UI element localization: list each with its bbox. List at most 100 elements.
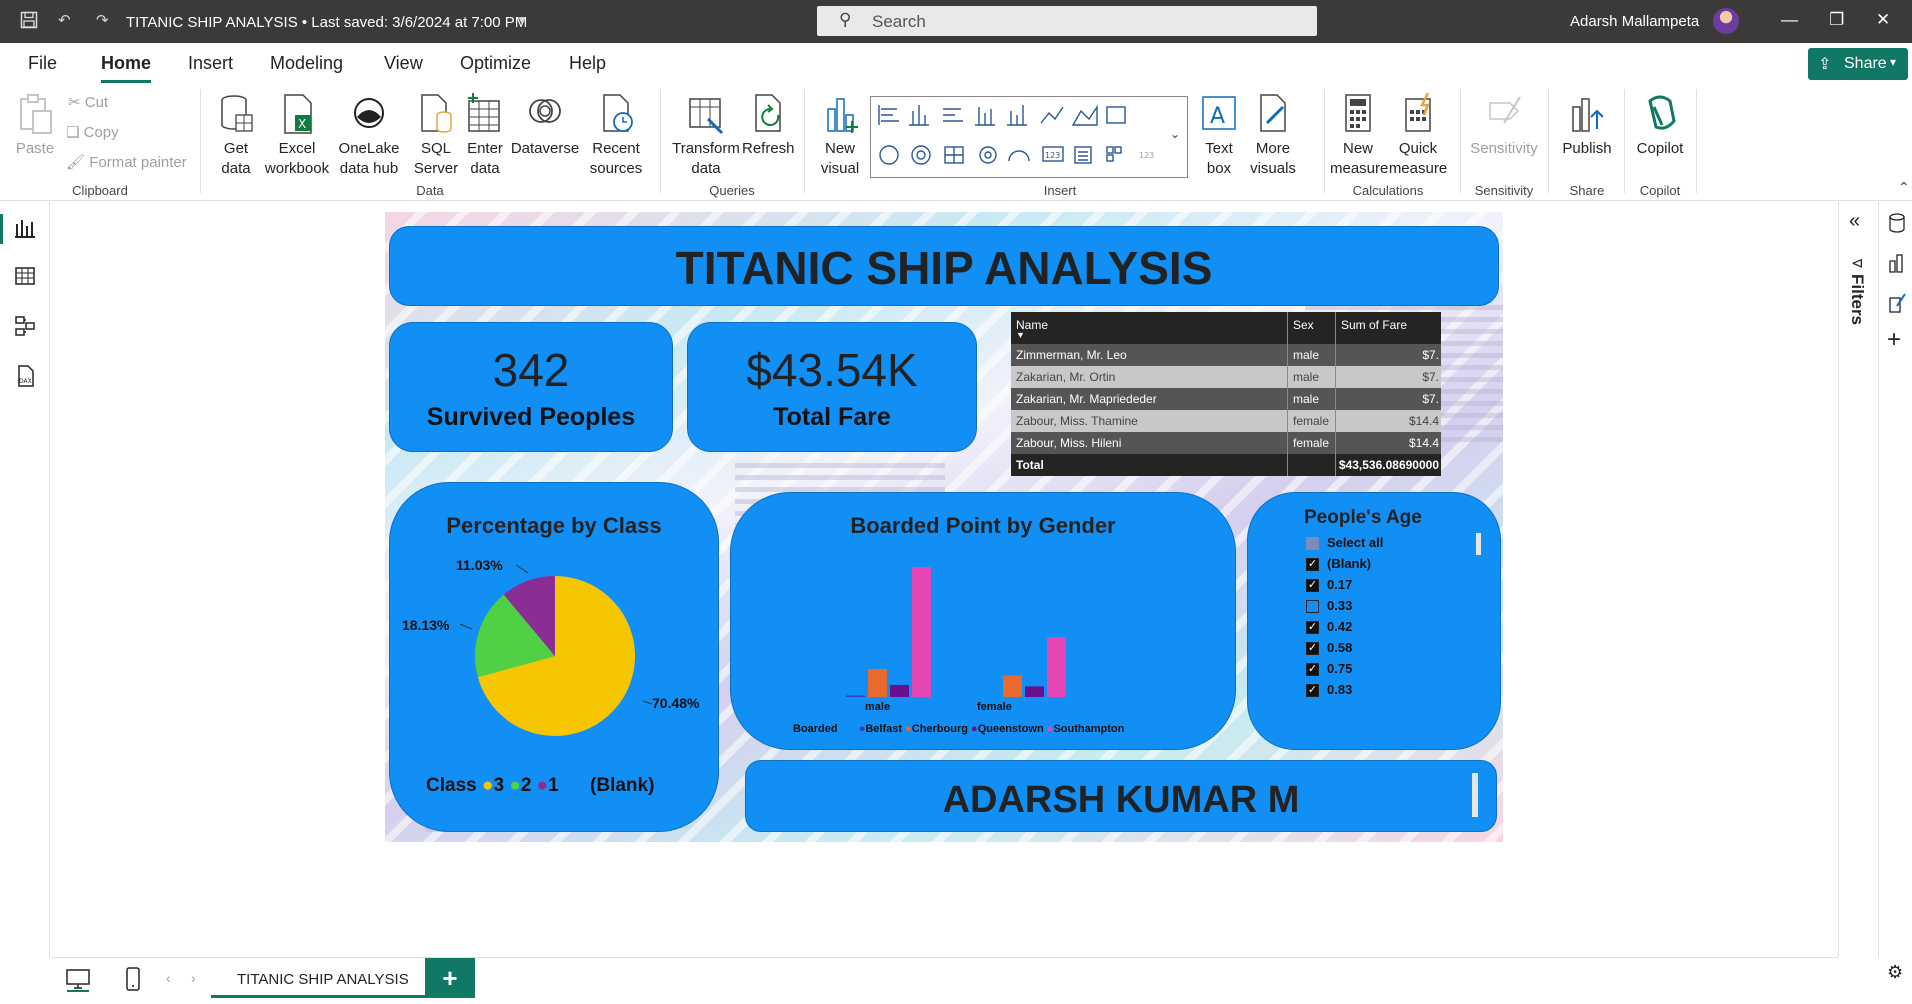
dax-query-view-icon[interactable]: DAX bbox=[13, 364, 37, 388]
visual-gallery[interactable]: 123 123 bbox=[870, 96, 1188, 178]
slicer-item[interactable]: ✓ 0.83 bbox=[1306, 682, 1352, 698]
share-button[interactable]: ⇪ Share ▾ bbox=[1808, 48, 1908, 80]
onelake-data-hub-button[interactable]: OneLake data hub bbox=[334, 93, 404, 179]
table-row[interactable]: Zakarian, Mr. Mapriededer male $7. bbox=[1011, 388, 1441, 410]
bar-female-southampton[interactable] bbox=[1047, 637, 1066, 697]
copy-button[interactable]: ❏ Copy bbox=[66, 123, 119, 141]
bar-female-cherbourg[interactable] bbox=[1003, 675, 1022, 697]
next-page-icon[interactable]: › bbox=[191, 970, 196, 986]
undo-icon[interactable]: ↶ bbox=[58, 11, 71, 29]
column-header-sex[interactable]: Sex bbox=[1293, 318, 1314, 332]
collapse-ribbon-icon[interactable]: ⌃ bbox=[1898, 179, 1910, 196]
new-visual-button[interactable]: New visual bbox=[812, 93, 868, 179]
legend-item-queenstown[interactable]: Queenstown bbox=[978, 723, 1044, 735]
cut-button[interactable]: ✂ Cut bbox=[68, 93, 108, 111]
table-row[interactable]: Zabour, Miss. Hileni female $14.4 bbox=[1011, 432, 1441, 454]
add-page-button[interactable]: + bbox=[425, 958, 475, 998]
excel-workbook-button[interactable]: X Excel workbook bbox=[262, 93, 332, 179]
slicer-item[interactable]: ✓ 0.42 bbox=[1306, 619, 1352, 635]
settings-gear-icon[interactable]: ⚙ bbox=[1887, 962, 1903, 983]
legend-item-3[interactable]: 3 bbox=[493, 775, 504, 796]
publish-button[interactable]: Publish bbox=[1554, 93, 1620, 159]
bar-male-queenstown[interactable] bbox=[890, 684, 909, 697]
filters-label[interactable]: Filters bbox=[1847, 274, 1867, 325]
total-fare-kpi-card[interactable]: $43.54K Total Fare bbox=[687, 322, 977, 452]
slicer-item[interactable]: ✓ 0.17 bbox=[1306, 577, 1352, 593]
legend-item-belfast[interactable]: Belfast bbox=[865, 723, 902, 735]
tab-help[interactable]: Help bbox=[569, 53, 606, 74]
add-pane-icon[interactable]: + bbox=[1887, 326, 1901, 354]
slicer-item-select-all[interactable]: Select all bbox=[1306, 535, 1383, 551]
collapse-filters-icon[interactable]: « bbox=[1849, 210, 1860, 233]
text-box-button[interactable]: A Text box bbox=[1196, 93, 1242, 179]
format-pane-icon[interactable] bbox=[1887, 292, 1907, 314]
slicer-item[interactable]: ✓ (Blank) bbox=[1306, 556, 1371, 572]
transform-data-button[interactable]: Transform data bbox=[668, 93, 744, 179]
format-painter-button[interactable]: 🖌 Format painter bbox=[66, 153, 187, 171]
table-row[interactable]: Zabour, Miss. Thamine female $14.4 bbox=[1011, 410, 1441, 432]
search-input[interactable]: ⚲ Search bbox=[817, 6, 1317, 36]
redo-icon[interactable]: ↷ bbox=[96, 11, 109, 29]
slicer-item[interactable]: 0.33 bbox=[1306, 598, 1352, 614]
avatar[interactable] bbox=[1713, 8, 1739, 34]
table-row[interactable]: Zakarian, Mr. Ortin male $7. bbox=[1011, 366, 1441, 388]
minimize-icon[interactable]: — bbox=[1781, 10, 1798, 30]
table-row[interactable]: Zimmerman, Mr. Leo male $7. bbox=[1011, 344, 1441, 366]
column-header-sum-of-fare[interactable]: Sum of Fare bbox=[1341, 318, 1407, 332]
bar-female-queenstown[interactable] bbox=[1025, 686, 1044, 697]
get-data-button[interactable]: Get data bbox=[210, 93, 262, 179]
fare-table[interactable]: Name ▼ Sex Sum of Fare Zimmerman, Mr. Le… bbox=[1011, 312, 1441, 476]
legend-item-southampton[interactable]: Southampton bbox=[1053, 723, 1124, 735]
legend-item-1[interactable]: 1 bbox=[548, 775, 559, 796]
user-name[interactable]: Adarsh Mallampeta bbox=[1570, 13, 1699, 30]
quick-measure-button[interactable]: Quick measure bbox=[1388, 93, 1448, 179]
bar-male-belfast[interactable] bbox=[846, 695, 865, 698]
gallery-expand-icon[interactable]: ⌄ bbox=[1170, 127, 1180, 141]
survived-kpi-card[interactable]: 342 Survived Peoples bbox=[389, 322, 673, 452]
slicer-scrollbar[interactable] bbox=[1476, 533, 1481, 555]
legend-item-cherbourg[interactable]: Cherbourg bbox=[912, 723, 968, 735]
sensitivity-button[interactable]: Sensitivity bbox=[1466, 93, 1542, 159]
recent-sources-button[interactable]: Recent sources bbox=[582, 93, 650, 179]
paste-button[interactable]: Paste bbox=[12, 93, 58, 159]
table-view-icon[interactable] bbox=[13, 264, 37, 288]
sql-server-button[interactable]: SQL Server bbox=[410, 93, 462, 179]
tab-home[interactable]: Home bbox=[101, 53, 151, 74]
calculator-icon bbox=[1345, 94, 1371, 132]
model-view-icon[interactable] bbox=[13, 314, 37, 338]
author-scrollbar[interactable] bbox=[1472, 773, 1478, 817]
tab-view[interactable]: View bbox=[384, 53, 423, 74]
more-visuals-button[interactable]: More visuals bbox=[1244, 93, 1302, 179]
class-pie-card[interactable]: Percentage by Class 70.48% 18.13% 11.03%… bbox=[389, 482, 719, 832]
desktop-layout-icon[interactable] bbox=[65, 966, 91, 992]
data-pane-icon[interactable] bbox=[1887, 212, 1907, 234]
boarded-bar-card[interactable]: Boarded Point by Gender male female Boar… bbox=[730, 492, 1236, 750]
close-icon[interactable]: ✕ bbox=[1876, 10, 1890, 30]
dataverse-button[interactable]: Dataverse bbox=[508, 93, 582, 159]
age-slicer[interactable]: People's Age Select all ✓ (Blank) ✓ 0.17 0… bbox=[1247, 492, 1501, 750]
slicer-item[interactable]: ✓ 0.75 bbox=[1306, 661, 1352, 677]
prev-page-icon[interactable]: ‹ bbox=[166, 970, 171, 986]
search-icon: ⚲ bbox=[839, 10, 852, 29]
new-measure-button[interactable]: New measure bbox=[1330, 93, 1388, 179]
report-view-icon[interactable] bbox=[13, 216, 37, 240]
bar-male-southampton[interactable] bbox=[912, 567, 931, 697]
refresh-button[interactable]: Refresh bbox=[742, 93, 795, 159]
enter-data-button[interactable]: Enter data bbox=[462, 93, 508, 179]
pie-leader-class-2 bbox=[459, 623, 473, 630]
tab-optimize[interactable]: Optimize bbox=[460, 53, 531, 74]
mobile-layout-icon[interactable] bbox=[123, 966, 143, 992]
save-icon[interactable] bbox=[20, 11, 38, 33]
visualizations-pane-icon[interactable] bbox=[1887, 252, 1907, 274]
restore-icon[interactable]: ❐ bbox=[1829, 10, 1844, 30]
tab-file[interactable]: File bbox=[28, 53, 57, 74]
bar-male-cherbourg[interactable] bbox=[868, 668, 887, 697]
title-dropdown-icon[interactable]: ▼ bbox=[516, 13, 528, 27]
slicer-item[interactable]: ✓ 0.58 bbox=[1306, 640, 1352, 656]
legend-item-2[interactable]: 2 bbox=[521, 775, 532, 796]
tab-modeling[interactable]: Modeling bbox=[270, 53, 343, 74]
copilot-button[interactable]: Copilot bbox=[1630, 93, 1690, 159]
tab-insert[interactable]: Insert bbox=[188, 53, 233, 74]
legend-item-blank[interactable]: (Blank) bbox=[590, 775, 654, 796]
page-tab-titanic-ship-analysis[interactable]: TITANIC SHIP ANALYSIS bbox=[211, 958, 425, 998]
